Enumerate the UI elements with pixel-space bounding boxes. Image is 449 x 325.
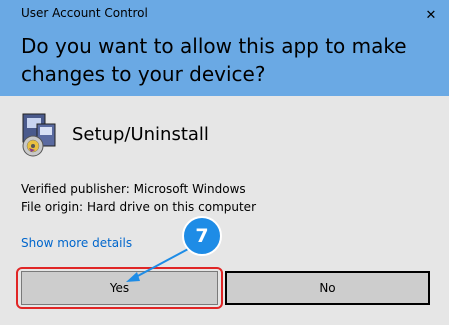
yes-button[interactable]: Yes — [21, 271, 218, 305]
publisher-row: Verified publisher: Microsoft Windows — [21, 180, 256, 198]
publisher-info: Verified publisher: Microsoft Windows Fi… — [21, 180, 256, 216]
app-name: Setup/Uninstall — [72, 124, 209, 145]
dialog-header: User Account Control ✕ Do you want to al… — [0, 0, 449, 96]
uac-dialog: User Account Control ✕ Do you want to al… — [0, 0, 449, 325]
show-more-details-link[interactable]: Show more details — [21, 236, 132, 250]
prompt-question: Do you want to allow this app to make ch… — [21, 34, 407, 86]
no-button[interactable]: No — [225, 271, 430, 305]
publisher-value: Microsoft Windows — [133, 182, 246, 196]
origin-label: File origin: — [21, 200, 84, 214]
publisher-label: Verified publisher: — [21, 182, 130, 196]
installer-icon — [22, 113, 56, 157]
window-title: User Account Control — [21, 6, 148, 20]
origin-value: Hard drive on this computer — [86, 200, 256, 214]
step-marker: 7 — [182, 216, 222, 256]
origin-row: File origin: Hard drive on this computer — [21, 198, 256, 216]
close-icon[interactable]: ✕ — [422, 6, 440, 24]
